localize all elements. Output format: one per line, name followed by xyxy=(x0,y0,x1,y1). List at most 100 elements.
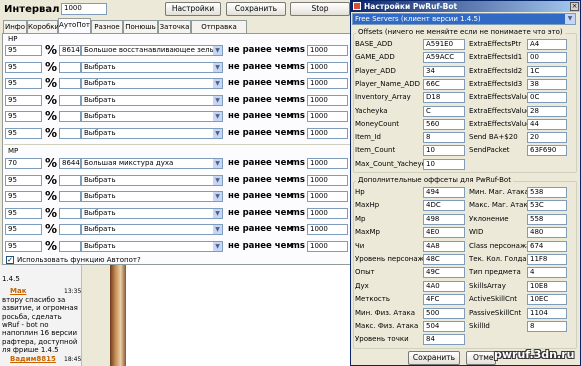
item-id-input[interactable] xyxy=(59,78,81,89)
save-button[interactable]: Сохранить xyxy=(226,2,286,16)
item-select[interactable]: Выбрать ▼ xyxy=(81,111,223,122)
item-id-input[interactable]: 8614 xyxy=(59,45,81,56)
offset-input[interactable]: 49C xyxy=(423,267,465,279)
interval-ms-input[interactable]: 1000 xyxy=(307,111,348,122)
item-select[interactable]: Выбрать ▼ xyxy=(81,174,223,186)
interval-ms-input[interactable]: 1000 xyxy=(307,207,348,219)
tab-send-packets[interactable]: Отправка пакетов xyxy=(191,20,247,43)
chat-user-1[interactable]: Мак xyxy=(10,287,26,296)
offset-input[interactable]: 10 xyxy=(423,145,465,157)
offset-input[interactable]: A591E0 xyxy=(423,39,465,50)
tab-autopot[interactable]: АутоПот xyxy=(58,18,91,33)
item-select[interactable]: Большое восстанавливающее зелье ▼ xyxy=(81,45,223,56)
threshold-input[interactable]: 95 xyxy=(5,61,42,73)
item-id-input[interactable] xyxy=(59,111,81,122)
threshold-input[interactable]: 95 xyxy=(5,191,42,202)
item-select[interactable]: Выбрать ▼ xyxy=(81,94,223,106)
item-select[interactable]: Выбрать ▼ xyxy=(81,240,223,252)
threshold-input[interactable]: 95 xyxy=(5,78,42,89)
item-select[interactable]: Выбрать ▼ xyxy=(81,127,223,139)
offset-input[interactable]: 560 xyxy=(423,118,465,130)
item-select[interactable]: Большая микстура духа ▼ xyxy=(81,158,223,169)
offset-input[interactable]: 10E8 xyxy=(527,280,567,292)
interval-ms-input[interactable]: 1000 xyxy=(307,240,348,252)
threshold-input[interactable]: 95 xyxy=(5,224,42,235)
threshold-input[interactable]: 95 xyxy=(5,207,42,219)
interval-ms-input[interactable]: 1000 xyxy=(307,158,348,169)
interval-ms-input[interactable]: 1000 xyxy=(307,61,348,73)
stop-button[interactable]: Stop xyxy=(290,2,350,16)
interval-ms-input[interactable]: 1000 xyxy=(307,191,348,202)
offset-input[interactable]: 10 xyxy=(423,158,465,170)
offset-input[interactable]: 494 xyxy=(423,187,465,198)
threshold-input[interactable]: 95 xyxy=(5,94,42,106)
threshold-input[interactable]: 70 xyxy=(5,158,42,169)
offset-input[interactable]: 0C xyxy=(527,92,567,104)
offset-input[interactable]: 480 xyxy=(527,227,567,239)
offset-input[interactable]: 11F8 xyxy=(527,254,567,265)
interval-ms-input[interactable]: 1000 xyxy=(307,127,348,139)
threshold-input[interactable]: 95 xyxy=(5,240,42,252)
offset-input[interactable]: A59ACC xyxy=(423,52,465,64)
item-id-input[interactable] xyxy=(59,207,81,219)
tab-sharpen[interactable]: Заточка xyxy=(158,20,191,33)
server-select[interactable]: Free Servers (клиент версии 1.4.5) ▼ xyxy=(352,13,576,25)
offset-input[interactable]: 28 xyxy=(527,105,567,117)
item-select[interactable]: Выбрать ▼ xyxy=(81,61,223,73)
item-id-input[interactable] xyxy=(59,191,81,202)
chat-user-2[interactable]: Вадим8815 xyxy=(10,355,56,364)
threshold-input[interactable]: 95 xyxy=(5,127,42,139)
offset-input[interactable]: 34 xyxy=(423,65,465,77)
offset-input[interactable]: 674 xyxy=(527,240,567,252)
item-id-input[interactable] xyxy=(59,94,81,106)
offset-input[interactable]: 00 xyxy=(527,52,567,64)
tab-boxes[interactable]: Коробки xyxy=(27,20,59,33)
offset-input[interactable]: 8 xyxy=(423,132,465,144)
close-icon[interactable]: × xyxy=(570,2,579,11)
item-id-input[interactable] xyxy=(59,61,81,73)
interval-ms-input[interactable]: 1000 xyxy=(307,78,348,89)
offset-input[interactable]: 1C xyxy=(527,65,567,77)
offset-input[interactable]: 63F690 xyxy=(527,145,567,157)
offset-input[interactable]: 4A0 xyxy=(423,280,465,292)
offset-input[interactable]: 10EC xyxy=(527,294,567,306)
dialog-save-button[interactable]: Сохранить xyxy=(408,351,460,365)
offset-input[interactable]: 4 xyxy=(527,267,567,279)
offset-input[interactable]: 4FC xyxy=(423,294,465,306)
item-select[interactable]: Выбрать ▼ xyxy=(81,191,223,202)
threshold-input[interactable]: 95 xyxy=(5,45,42,56)
item-id-input[interactable] xyxy=(59,240,81,252)
offset-input[interactable]: 504 xyxy=(423,321,465,332)
offset-input[interactable]: 4E0 xyxy=(423,227,465,239)
item-id-input[interactable] xyxy=(59,224,81,235)
offset-input[interactable]: A4 xyxy=(527,39,567,50)
item-select[interactable]: Выбрать ▼ xyxy=(81,224,223,235)
offset-input[interactable]: 538 xyxy=(527,187,567,198)
offset-input[interactable]: 498 xyxy=(423,213,465,225)
tab-sniff[interactable]: Понюшь xyxy=(123,20,158,33)
offset-input[interactable]: 38 xyxy=(527,78,567,90)
tab-misc[interactable]: Разное xyxy=(91,20,123,33)
offset-input[interactable]: 44 xyxy=(527,118,567,130)
offset-input[interactable]: 48C xyxy=(423,254,465,265)
dialog-cancel-button[interactable]: Отме xyxy=(466,351,496,365)
interval-input[interactable]: 1000 xyxy=(61,3,107,15)
item-id-input[interactable] xyxy=(59,174,81,186)
offset-input[interactable]: C xyxy=(423,105,465,117)
offset-input[interactable]: 8 xyxy=(527,321,567,332)
interval-ms-input[interactable]: 1000 xyxy=(307,174,348,186)
offset-input[interactable]: 84 xyxy=(423,334,465,346)
settings-button[interactable]: Настройки xyxy=(165,2,221,16)
tab-info[interactable]: Инфо xyxy=(3,20,27,33)
autopot-checkbox[interactable]: ✓ xyxy=(6,256,14,264)
offset-input[interactable]: 20 xyxy=(527,132,567,144)
offset-input[interactable]: 500 xyxy=(423,307,465,319)
offset-input[interactable]: 4DC xyxy=(423,200,465,212)
item-id-input[interactable]: 8644 xyxy=(59,158,81,169)
offset-input[interactable]: 66C xyxy=(423,78,465,90)
item-select[interactable]: Выбрать ▼ xyxy=(81,78,223,89)
interval-ms-input[interactable]: 1000 xyxy=(307,224,348,235)
interval-ms-input[interactable]: 1000 xyxy=(307,45,348,56)
offset-input[interactable]: 558 xyxy=(527,213,567,225)
offset-input[interactable]: 53C xyxy=(527,200,567,212)
